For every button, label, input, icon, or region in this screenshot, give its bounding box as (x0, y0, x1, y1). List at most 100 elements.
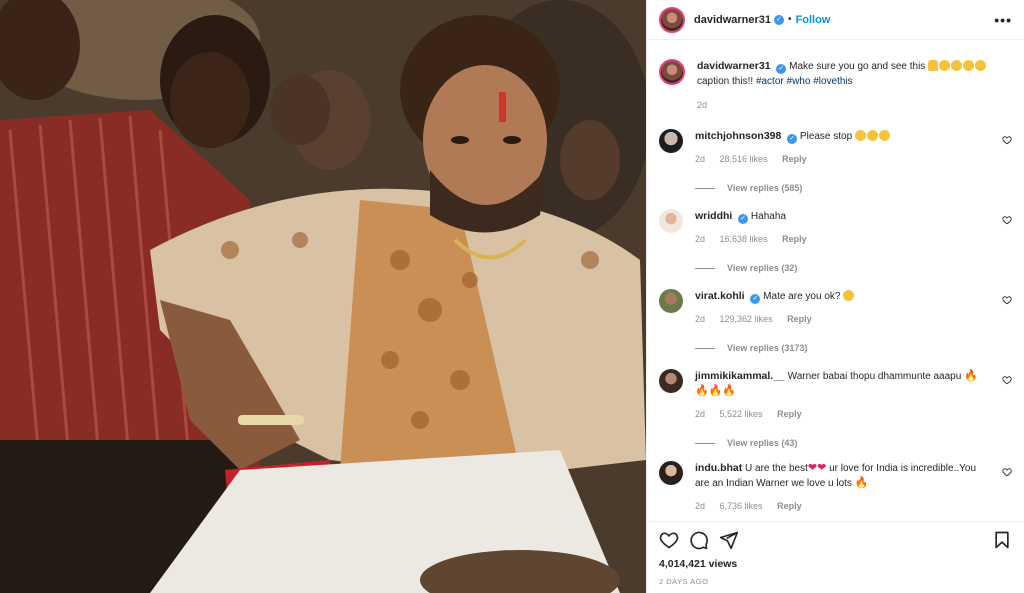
comment-item: indu.bhat U are the best❤❤ ur love for I… (659, 461, 1012, 514)
like-comment-heart-icon[interactable] (1002, 375, 1012, 385)
commenter-username[interactable]: wriddhi (695, 210, 732, 222)
laughing-emoji-icon (951, 60, 963, 71)
laughing-emoji-icon (866, 130, 878, 141)
view-replies-label: View replies (3173) (727, 343, 808, 353)
comment-age: 2d (695, 314, 706, 324)
caption-text-line2: caption this!! (697, 76, 754, 87)
post-caption: davidwarner31 ✓ Make sure you go and see… (647, 41, 1024, 113)
heart-icon[interactable] (659, 530, 679, 550)
verified-badge-icon: ✓ (787, 134, 798, 144)
reply-button[interactable]: Reply (782, 154, 807, 164)
view-replies-button[interactable]: View replies (3173) (695, 341, 985, 356)
verified-badge-icon: ✓ (776, 64, 787, 74)
video-frame (0, 0, 646, 593)
commenter-username[interactable]: mitchjohnson398 (695, 130, 781, 142)
reply-button[interactable]: Reply (777, 409, 802, 419)
hashtag-link[interactable]: #lovethis (813, 76, 852, 87)
caption-username[interactable]: davidwarner31 (697, 60, 771, 72)
fire-emoji-icon: 🔥 (854, 477, 869, 489)
comment-item: wriddhi ✓ Hahaha 2d 16,638 likes Reply V… (659, 209, 1012, 276)
author-username[interactable]: davidwarner31 (694, 14, 771, 26)
hashtag-link[interactable]: #actor (756, 76, 784, 87)
comment-likes[interactable]: 6,736 likes (720, 501, 763, 511)
post-date: 2 DAYS AGO (659, 577, 709, 586)
reply-button[interactable]: Reply (782, 234, 807, 244)
view-replies-label: View replies (32) (727, 263, 798, 273)
commenter-avatar[interactable] (659, 209, 683, 233)
thumbs-up-emoji-icon (928, 60, 939, 71)
commenter-avatar[interactable] (659, 461, 683, 485)
view-replies-label: View replies (585) (727, 183, 803, 193)
post-sidebar: davidwarner31 ✓ • Follow ••• davidwarner… (646, 0, 1024, 593)
caption-age: 2d (697, 100, 708, 110)
commenter-username[interactable]: virat.kohli (695, 290, 745, 302)
fire-emoji-icon: 🔥 (695, 385, 709, 397)
comment-item: jimmikikammal.__ Warner babai thopu dham… (659, 369, 1012, 451)
comment-text: Warner babai thopu dhammunte aaapu (787, 371, 962, 382)
post-header: davidwarner31 ✓ • Follow ••• (647, 0, 1024, 40)
verified-badge-icon: ✓ (738, 214, 749, 224)
laughing-emoji-icon (843, 290, 855, 301)
comment-text: U are the best (745, 463, 808, 474)
reply-button[interactable]: Reply (777, 501, 802, 511)
commenter-avatar[interactable] (659, 369, 683, 393)
verified-badge-icon: ✓ (774, 14, 785, 25)
follow-button[interactable]: Follow (796, 14, 831, 26)
reply-button[interactable]: Reply (787, 314, 812, 324)
commenter-username[interactable]: indu.bhat (695, 462, 742, 474)
comment-text: Hahaha (750, 211, 786, 222)
view-replies-button[interactable]: View replies (32) (695, 261, 985, 276)
view-replies-button[interactable]: View replies (585) (695, 181, 985, 196)
laughing-emoji-icon (975, 60, 987, 71)
laughing-emoji-icon (939, 60, 951, 71)
like-comment-heart-icon[interactable] (1002, 467, 1012, 477)
instagram-post-viewer: davidwarner31 ✓ • Follow ••• davidwarner… (0, 0, 1024, 593)
comment-likes[interactable]: 129,362 likes (720, 314, 773, 324)
fire-emoji-icon: 🔥 (708, 385, 723, 397)
post-actions-bar: 4,014,421 views 2 DAYS AGO (647, 521, 1024, 593)
author-avatar[interactable] (659, 6, 685, 33)
comment-likes[interactable]: 5,522 likes (720, 409, 763, 419)
commenter-username[interactable]: jimmikikammal.__ (695, 370, 785, 382)
comment-item: virat.kohli ✓ Mate are you ok? 2d 129,36… (659, 289, 1012, 356)
comment-likes[interactable]: 16,638 likes (720, 234, 768, 244)
comment-age: 2d (695, 234, 706, 244)
verified-badge-icon: ✓ (750, 294, 761, 304)
comments-section[interactable]: davidwarner31 ✓ Make sure you go and see… (647, 41, 1024, 521)
comment-item: mitchjohnson398 ✓ Please stop 2d 28,516 … (659, 129, 1012, 196)
laughing-emoji-icon (854, 130, 866, 141)
laughing-emoji-icon (963, 60, 975, 71)
action-icons (659, 530, 1012, 550)
comment-text: Please stop (799, 131, 853, 142)
like-comment-heart-icon[interactable] (1002, 295, 1012, 305)
like-comment-heart-icon[interactable] (1002, 215, 1012, 225)
post-media[interactable] (0, 0, 646, 593)
comment-age: 2d (695, 501, 706, 511)
commenter-avatar[interactable] (659, 129, 683, 153)
view-replies-button[interactable]: View replies (43) (695, 436, 985, 451)
view-replies-label: View replies (43) (727, 438, 798, 448)
share-icon[interactable] (719, 530, 739, 550)
comment-icon[interactable] (689, 530, 709, 550)
laughing-emoji-icon (878, 130, 890, 141)
commenter-avatar[interactable] (659, 289, 683, 313)
comment-likes[interactable]: 28,516 likes (720, 154, 768, 164)
view-count: 4,014,421 views (659, 558, 738, 570)
replies-divider (695, 188, 715, 189)
comment-age: 2d (695, 409, 706, 419)
like-comment-heart-icon[interactable] (1002, 135, 1012, 145)
replies-divider (695, 268, 715, 269)
comment-age: 2d (695, 154, 706, 164)
more-options-icon[interactable]: ••• (994, 12, 1012, 28)
separator-dot: • (788, 14, 792, 25)
replies-divider (695, 348, 715, 349)
bookmark-icon[interactable] (992, 530, 1012, 550)
red-heart-emoji-icon: ❤ (817, 462, 827, 474)
comment-text: Mate are you ok? (763, 291, 841, 302)
fire-emoji-icon: 🔥 (964, 370, 978, 382)
red-heart-emoji-icon: ❤ (807, 462, 818, 474)
hashtag-link[interactable]: #who (787, 76, 811, 87)
replies-divider (695, 443, 715, 444)
caption-avatar[interactable] (659, 59, 685, 85)
caption-text: Make sure you go and see this (789, 61, 926, 72)
